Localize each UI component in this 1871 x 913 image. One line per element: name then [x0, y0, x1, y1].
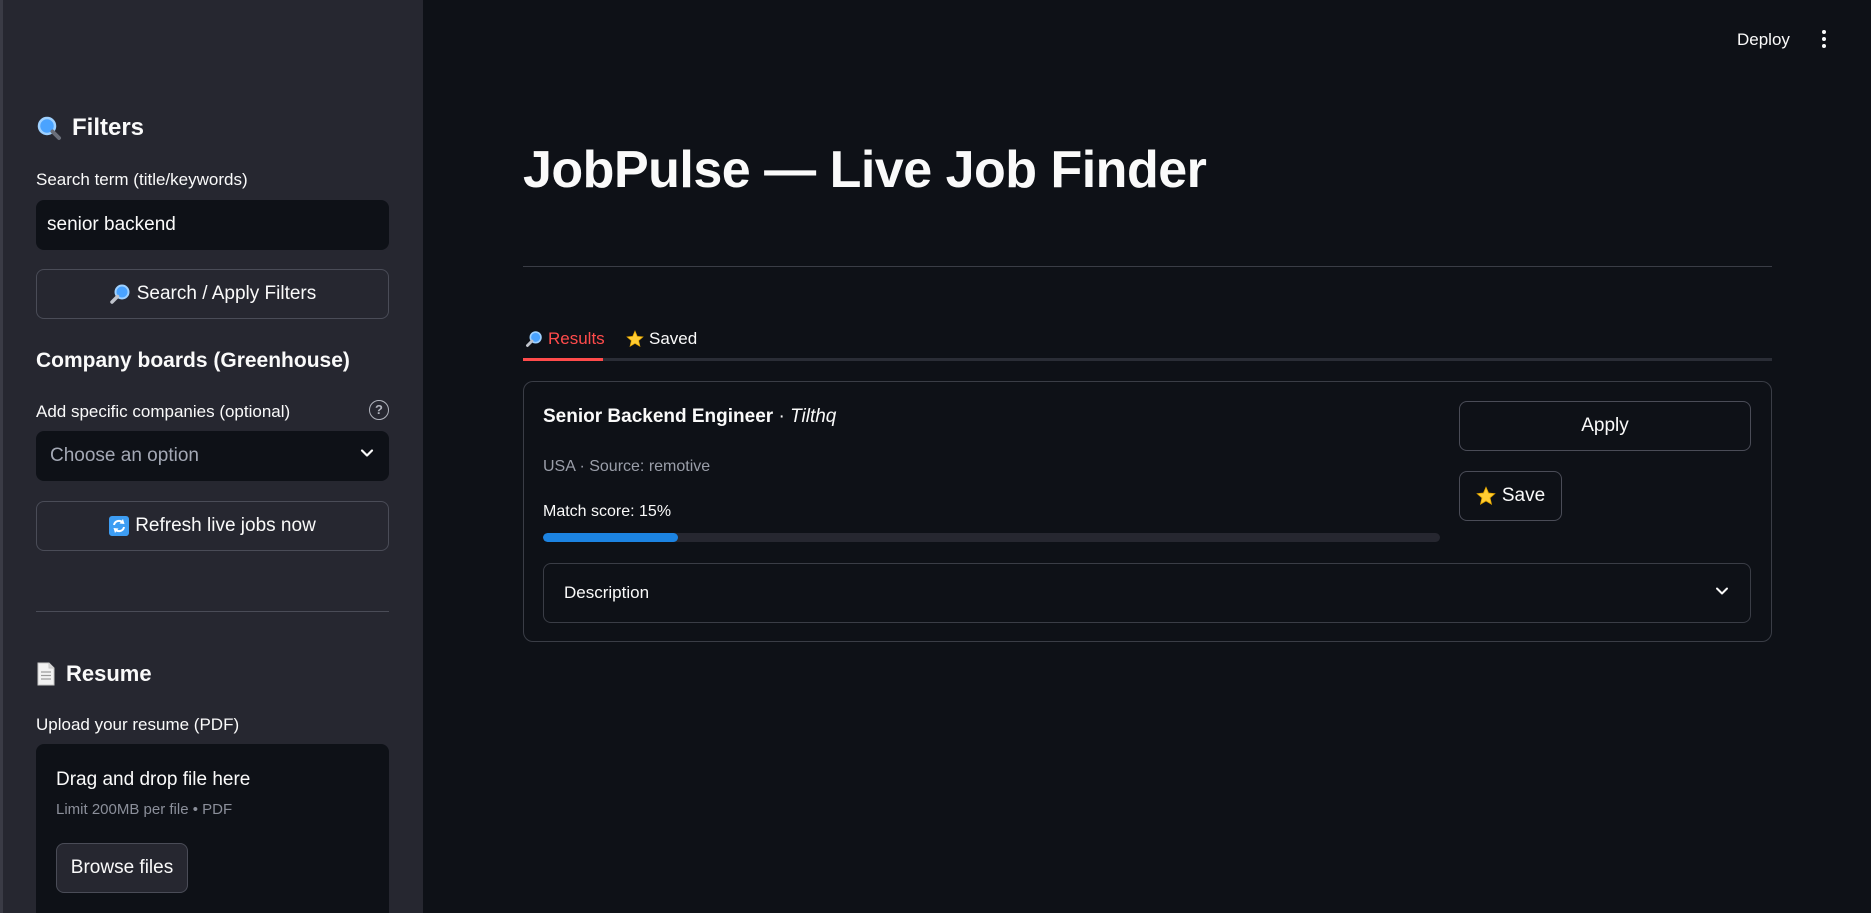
refresh-jobs-label: Refresh live jobs now: [135, 515, 316, 536]
companies-label: Add specific companies (optional): [36, 402, 291, 421]
sidebar: Filters Search term (title/keywords) sen…: [0, 0, 423, 913]
upload-label: Upload your resume (PDF): [36, 715, 240, 734]
refresh-jobs-button[interactable]: Refresh live jobs now: [36, 501, 389, 551]
tab-saved-label: Saved: [649, 329, 698, 348]
tab-results[interactable]: Results: [525, 320, 605, 358]
search-input[interactable]: senior backend: [36, 200, 389, 250]
save-button-label: Save: [1501, 485, 1546, 506]
save-button[interactable]: Save: [1459, 471, 1562, 521]
description-label: Description: [564, 583, 650, 602]
upload-limit-text: Limit 200MB per file • PDF: [56, 801, 233, 818]
job-title-line: Senior Backend Engineer · Tilthq: [543, 406, 836, 428]
job-company: Tilthq: [790, 406, 837, 427]
tab-active-indicator: [523, 358, 603, 361]
match-score-label: Match score: 15%: [543, 503, 672, 520]
search-apply-label: Search / Apply Filters: [136, 283, 317, 304]
magnifier-icon: [36, 115, 62, 141]
resume-heading: Resume: [36, 661, 152, 687]
filters-heading: Filters: [36, 114, 144, 142]
upload-dropzone[interactable]: Drag and drop file here Limit 200MB per …: [36, 744, 389, 913]
tab-bar-underline: [523, 358, 1772, 361]
job-title: Senior Backend Engineer: [543, 406, 774, 427]
title-divider: [523, 266, 1772, 267]
star-icon: [1476, 486, 1496, 506]
more-options-icon[interactable]: [1820, 30, 1828, 50]
tab-saved[interactable]: Saved: [626, 320, 697, 358]
companies-select-placeholder: Choose an option: [50, 445, 199, 466]
browse-files-button[interactable]: Browse files: [56, 843, 188, 893]
match-score-bar: [543, 533, 1440, 542]
description-expander[interactable]: Description: [543, 563, 1751, 623]
search-label: Search term (title/keywords): [36, 170, 248, 189]
tab-results-label: Results: [548, 329, 605, 348]
chevron-down-icon: [359, 445, 375, 467]
match-score-fill: [543, 533, 678, 542]
sidebar-divider: [36, 611, 389, 612]
magnifier-right-icon: [525, 330, 543, 348]
search-apply-button[interactable]: Search / Apply Filters: [36, 269, 389, 319]
chevron-down-icon: [1714, 583, 1730, 604]
company-boards-heading: Company boards (Greenhouse): [36, 349, 350, 372]
resume-heading-text: Resume: [66, 661, 152, 686]
title-separator: ·: [778, 406, 785, 427]
magnifier-right-icon: [109, 283, 131, 305]
page-title: JobPulse — Live Job Finder: [523, 141, 1207, 199]
refresh-icon: [109, 516, 130, 536]
job-meta: USA · Source: remotive: [543, 458, 711, 475]
tab-bar: Results Saved: [523, 320, 1772, 361]
upload-dropzone-title: Drag and drop file here: [56, 769, 251, 790]
job-card: Senior Backend Engineer · Tilthq USA · S…: [523, 381, 1772, 642]
star-icon: [626, 330, 644, 348]
companies-select[interactable]: Choose an option: [36, 431, 389, 481]
help-icon[interactable]: ?: [369, 400, 389, 420]
app-root: Filters Search term (title/keywords) sen…: [0, 0, 1871, 913]
document-icon: [36, 662, 56, 686]
filters-heading-text: Filters: [72, 114, 145, 141]
deploy-button[interactable]: Deploy: [1737, 30, 1790, 50]
apply-button[interactable]: Apply: [1459, 401, 1751, 451]
